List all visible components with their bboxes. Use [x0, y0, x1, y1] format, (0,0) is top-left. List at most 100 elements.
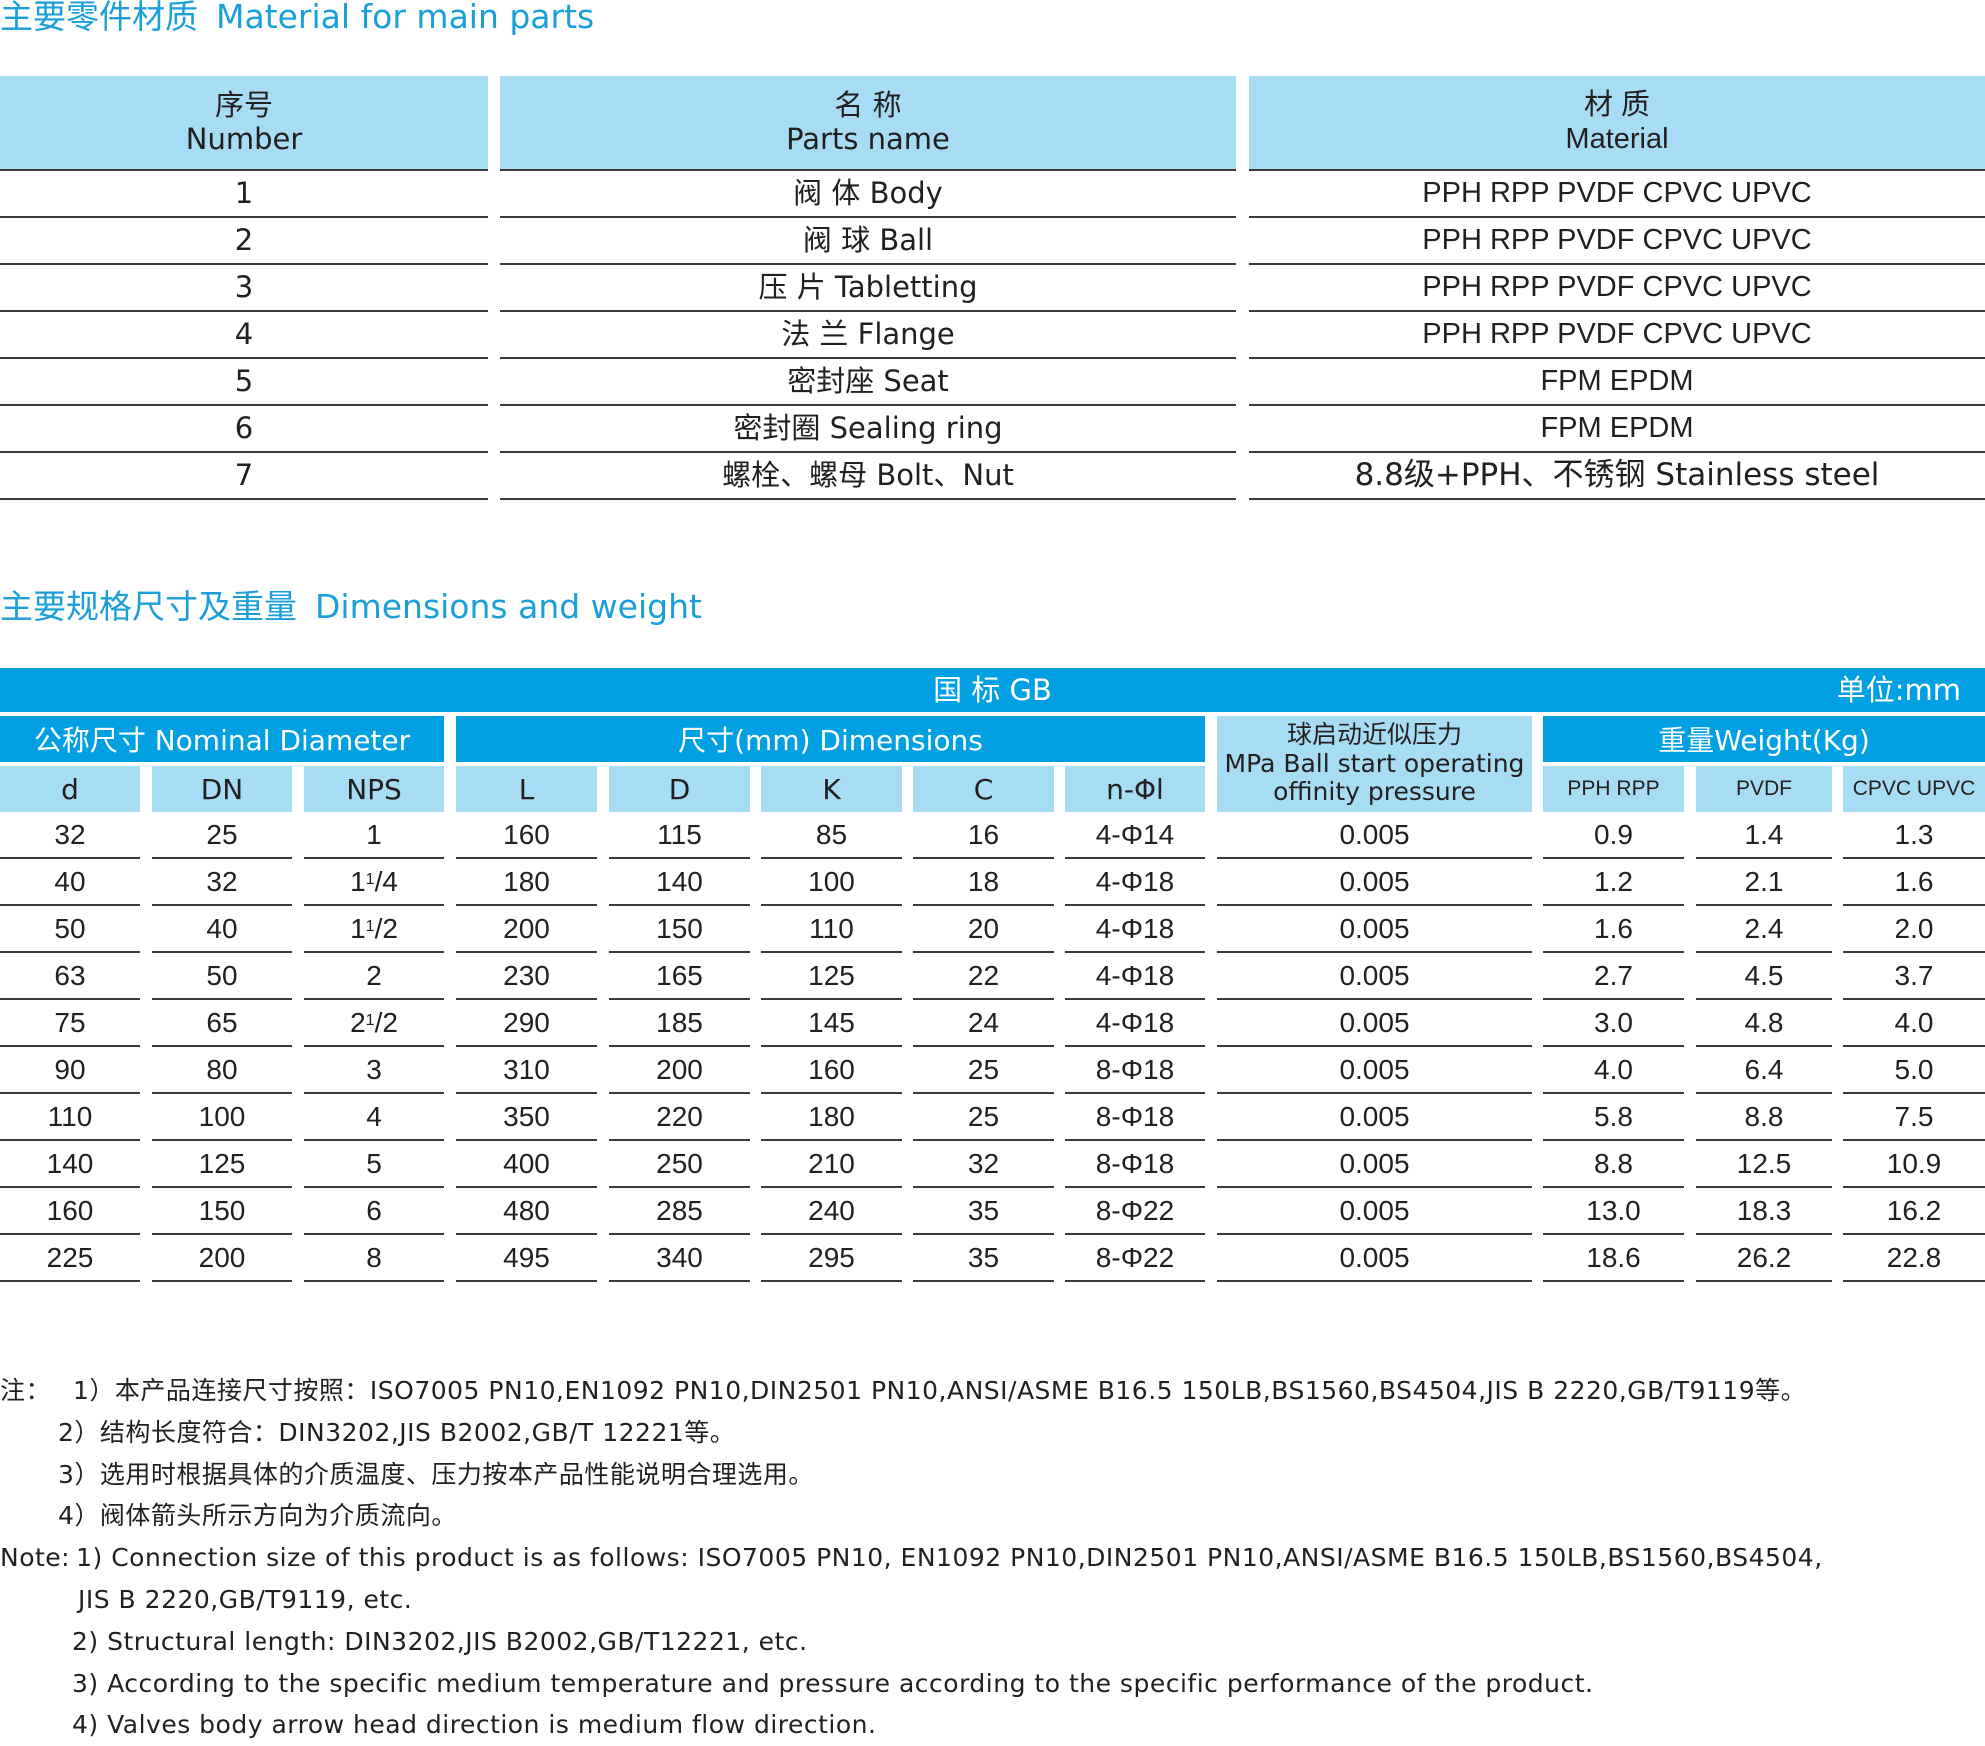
- note-cn-1: 注： 1）本产品连接尺寸按照：ISO7005 PN10,EN1092 PN10,D…: [0, 1370, 1985, 1412]
- cell-k: 110: [761, 906, 902, 953]
- materials-row: 3 压 片 Tabletting PPH RPP PVDF CPVC UPVC: [0, 265, 1985, 312]
- header-number-cn: 序号: [214, 88, 273, 123]
- cell-weight-pph-rpp: 4.0: [1543, 1047, 1684, 1094]
- cell-d-outer: 285: [609, 1188, 750, 1235]
- unit-label: 单位:mm: [1836, 673, 1961, 707]
- materials-row: 2 阀 球 Ball PPH RPP PVDF CPVC UPVC: [0, 218, 1985, 265]
- cell-d: 63: [0, 953, 140, 1000]
- part-name: 密封座 Seat: [500, 359, 1236, 406]
- note-en-4: 4) Valves body arrow head direction is m…: [72, 1710, 877, 1740]
- cell-l: 200: [456, 906, 597, 953]
- cell-weight-pvdf: 4.5: [1696, 953, 1832, 1000]
- cell-weight-pvdf: 6.4: [1696, 1047, 1832, 1094]
- cell-d-outer: 250: [609, 1141, 750, 1188]
- dimensions-title: 主要规格尺寸及重量 Dimensions and weight: [0, 590, 702, 623]
- header-parts-name: 名 称 Parts name: [500, 76, 1236, 171]
- cell-l: 400: [456, 1141, 597, 1188]
- cell-d-outer: 340: [609, 1235, 750, 1282]
- cell-d-outer: 140: [609, 859, 750, 906]
- cell-c: 32: [913, 1141, 1054, 1188]
- dimension-row: 63 50 2 230 165 125 22 4-Φ18 0.005 2.7 4.5 3.7: [0, 953, 1985, 1000]
- cell-pressure: 0.005: [1217, 1094, 1532, 1141]
- cell-l: 180: [456, 859, 597, 906]
- cell-d-outer: 150: [609, 906, 750, 953]
- part-material: FPM EPDM: [1249, 406, 1985, 453]
- cell-d: 75: [0, 1000, 140, 1047]
- nps-fraction-numerator: 1: [365, 917, 375, 935]
- dimension-row: 160 150 6 480 285 240 35 8-Φ22 0.005 13.0 18.3 16.2: [0, 1188, 1985, 1235]
- cell-c: 35: [913, 1235, 1054, 1282]
- cell-pressure: 0.005: [1217, 1047, 1532, 1094]
- part-name: 压 片 Tabletting: [500, 265, 1236, 312]
- cell-l: 160: [456, 812, 597, 859]
- pressure-header-line-1: 球启动近似压力: [1286, 719, 1462, 749]
- dimension-row: 225 200 8 495 340 295 35 8-Φ22 0.005 18.6 26.2 22.8: [0, 1235, 1985, 1282]
- cell-nps: 4: [304, 1094, 444, 1141]
- col-weight-pvdf: PVDF: [1696, 766, 1832, 812]
- note-en-2: 2) Structural length: DIN3202,JIS B2002,…: [72, 1626, 808, 1656]
- materials-row: 6 密封圈 Sealing ring FPM EPDM: [0, 406, 1985, 453]
- cell-d: 40: [0, 859, 140, 906]
- cell-l: 480: [456, 1188, 597, 1235]
- cell-weight-pph-rpp: 13.0: [1543, 1188, 1684, 1235]
- group-nominal-diameter: 公称尺寸 Nominal Diameter: [0, 716, 444, 762]
- materials-row: 5 密封座 Seat FPM EPDM: [0, 359, 1985, 406]
- cell-d-outer: 115: [609, 812, 750, 859]
- cell-holes: 4-Φ18: [1065, 953, 1205, 1000]
- cell-pressure: 0.005: [1217, 859, 1532, 906]
- header-parts-name-cn: 名 称: [834, 88, 902, 123]
- part-material: PPH RPP PVDF CPVC UPVC: [1249, 265, 1985, 312]
- cell-dn: 125: [152, 1141, 292, 1188]
- materials-body: 1 阀 体 Body PPH RPP PVDF CPVC UPVC 2 阀 球 Ball…: [0, 171, 1985, 500]
- dimensions-body: 32 25 1 160 115 85 16 4-Φ14 0.005 0.9 1.4 1.3 40 32 1 1…: [0, 812, 1985, 1282]
- materials-title-cn: 主要零件材质: [0, 0, 198, 36]
- part-name: 法 兰 Flange: [500, 312, 1236, 359]
- cell-k: 85: [761, 812, 902, 859]
- nps-whole: 3: [366, 1053, 382, 1085]
- nps-fraction-denominator: /2: [374, 912, 398, 944]
- part-material: PPH RPP PVDF CPVC UPVC: [1249, 312, 1985, 359]
- cell-weight-pph-rpp: 0.9: [1543, 812, 1684, 859]
- col-d-outer: D: [609, 766, 750, 812]
- part-number: 2: [0, 218, 488, 265]
- cell-weight-pph-rpp: 1.6: [1543, 906, 1684, 953]
- cell-weight-cpvc-upvc: 16.2: [1843, 1188, 1985, 1235]
- note-en-1-text: 1) Connection size of this product is as…: [76, 1543, 1823, 1573]
- part-number: 3: [0, 265, 488, 312]
- cell-nps: 6: [304, 1188, 444, 1235]
- cell-k: 240: [761, 1188, 902, 1235]
- column-header-row: d DN NPS L D K C n-Φl PPH RPP PVDF CPVC …: [0, 766, 1985, 812]
- cell-weight-pvdf: 8.8: [1696, 1094, 1832, 1141]
- dimension-row: 140 125 5 400 250 210 32 8-Φ18 0.005 8.8 12.5 10.9: [0, 1141, 1985, 1188]
- cell-k: 210: [761, 1141, 902, 1188]
- note-cn-prefix: 注：: [0, 1376, 52, 1405]
- cell-l: 495: [456, 1235, 597, 1282]
- cell-weight-cpvc-upvc: 5.0: [1843, 1047, 1985, 1094]
- cell-d: 50: [0, 906, 140, 953]
- part-number: 4: [0, 312, 488, 359]
- note-en-prefix: Note:: [0, 1543, 71, 1573]
- cell-weight-pph-rpp: 18.6: [1543, 1235, 1684, 1282]
- cell-weight-cpvc-upvc: 7.5: [1843, 1094, 1985, 1141]
- cell-weight-pph-rpp: 8.8: [1543, 1141, 1684, 1188]
- col-k: K: [761, 766, 902, 812]
- part-number: 7: [0, 453, 488, 500]
- cell-weight-cpvc-upvc: 3.7: [1843, 953, 1985, 1000]
- dimensions-table: 国 标 GB 单位:mm 公称尺寸 Nominal Diameter 尺寸(mm…: [0, 668, 1985, 1282]
- cell-c: 35: [913, 1188, 1054, 1235]
- cell-dn: 25: [152, 812, 292, 859]
- cell-holes: 4-Φ14: [1065, 812, 1205, 859]
- dimension-row: 40 32 1 1/4 180 140 100 18 4-Φ18 0.005 1.2 2.1 1.6: [0, 859, 1985, 906]
- col-l: L: [456, 766, 597, 812]
- group-weight: 重量Weight(Kg): [1543, 716, 1985, 762]
- standard-band: 国 标 GB 单位:mm: [0, 668, 1985, 712]
- part-material: PPH RPP PVDF CPVC UPVC: [1249, 171, 1985, 218]
- cell-k: 145: [761, 1000, 902, 1047]
- cell-dn: 40: [152, 906, 292, 953]
- col-dn: DN: [152, 766, 292, 812]
- part-name: 密封圈 Sealing ring: [500, 406, 1236, 453]
- cell-holes: 8-Φ18: [1065, 1047, 1205, 1094]
- header-number-en: Number: [185, 121, 303, 156]
- cell-c: 25: [913, 1047, 1054, 1094]
- cell-weight-cpvc-upvc: 2.0: [1843, 906, 1985, 953]
